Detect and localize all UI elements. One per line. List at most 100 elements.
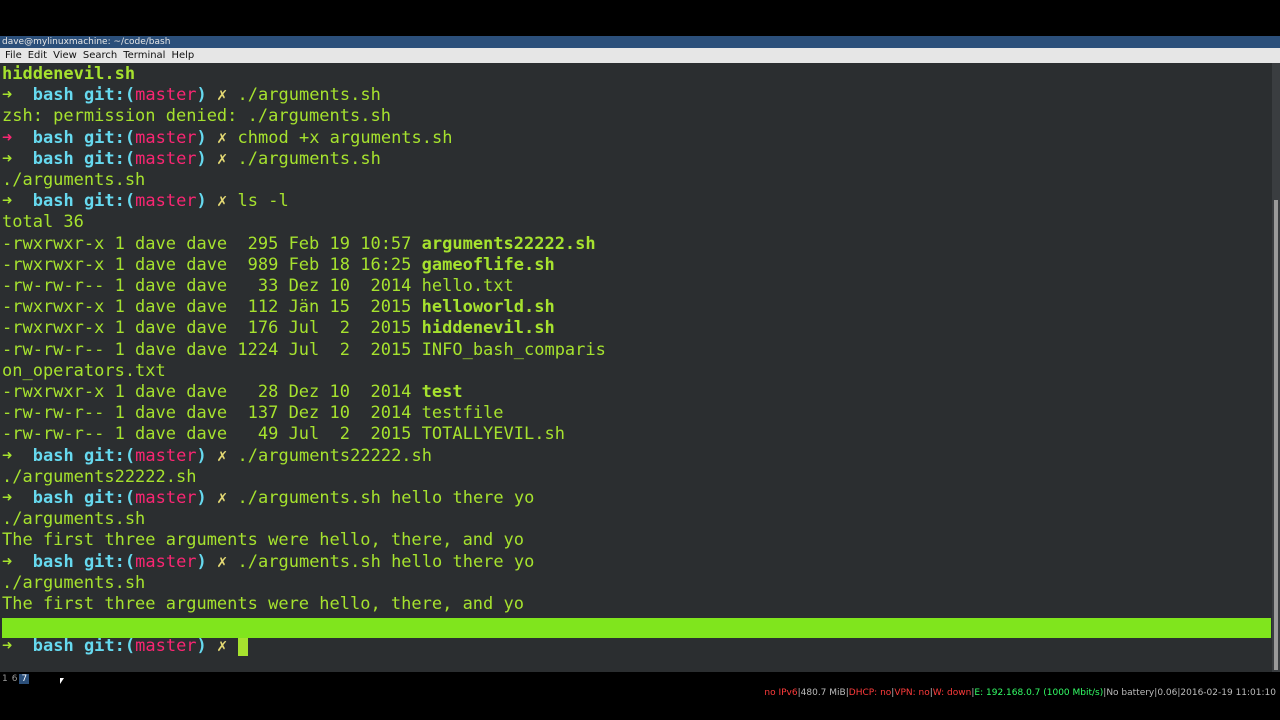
memory-status: 480.7 MiB xyxy=(800,688,846,698)
output-text: ./arguments.sh xyxy=(2,572,146,593)
prompt-branch: master xyxy=(135,127,197,148)
menu-view[interactable]: View xyxy=(53,48,77,63)
command-text: ls -l xyxy=(237,191,289,212)
ethernet-status: E: 192.168.0.7 (1000 Mbit/s) xyxy=(974,688,1104,698)
prompt-dir: bash xyxy=(32,85,74,106)
prompt-git-prefix: git:( xyxy=(83,488,136,508)
prompt-dir: bash xyxy=(32,551,74,572)
prompt-git-prefix: git:( xyxy=(83,445,136,466)
prompt-branch: master xyxy=(135,85,197,106)
prompt-dirty-icon: ✗ xyxy=(217,636,228,657)
output-line: hiddenevil.sh xyxy=(2,64,135,85)
scrollbar-thumb[interactable] xyxy=(1274,200,1278,670)
output-line: -rwxrwxr-x 1 dave dave 28 Dez 10 2014 te… xyxy=(2,382,463,403)
prompt-arrow-icon: ➜ xyxy=(2,445,13,466)
file-name: hello.txt xyxy=(421,276,514,296)
output-text: ./arguments22222.sh xyxy=(2,466,197,487)
menu-search[interactable]: Search xyxy=(83,48,117,63)
command-text: ./arguments.sh xyxy=(237,148,381,169)
file-name: INFO_bash_comparis xyxy=(421,339,606,360)
prompt-arrow-icon: ➜ xyxy=(2,488,13,508)
workspace-button[interactable]: 1 xyxy=(0,674,10,684)
prompt-git-prefix: git:( xyxy=(83,127,136,148)
prompt-git-prefix: git:( xyxy=(83,191,136,212)
selection-highlight xyxy=(2,618,1271,638)
current-prompt-line[interactable]: ➜ bash git:(master) ✗ xyxy=(2,636,248,657)
file-meta: -rwxrwxr-x 1 dave dave 28 Dez 10 2014 xyxy=(2,382,422,402)
menu-help[interactable]: Help xyxy=(171,48,194,63)
menu-bar: File Edit View Search Terminal Help xyxy=(0,48,1280,63)
output-line: -rwxrwxr-x 1 dave dave 176 Jul 2 2015 hi… xyxy=(2,318,555,339)
prompt-git-prefix: git:( xyxy=(83,636,136,657)
menu-terminal[interactable]: Terminal xyxy=(123,48,165,63)
output-line: ./arguments.sh xyxy=(2,573,145,594)
window-title: dave@mylinuxmachine: ~/code/bash xyxy=(2,37,171,47)
ipv6-status: no IPv6 xyxy=(764,688,798,698)
output-line: zsh: permission denied: ./arguments.sh xyxy=(2,106,391,127)
prompt-git-prefix: git:( xyxy=(83,85,136,106)
prompt-git-suffix: ) xyxy=(196,127,207,148)
dhcp-status: DHCP: no xyxy=(848,688,892,698)
file-name: arguments22222.sh xyxy=(421,233,596,254)
workspace-list: 167 xyxy=(0,672,30,686)
prompt-dirty-icon: ✗ xyxy=(217,191,228,212)
prompt-line: ➜ bash git:(master) ✗ ./arguments.sh xyxy=(2,149,381,170)
output-text: ./arguments.sh xyxy=(2,509,146,530)
output-text: The first three arguments were hello, th… xyxy=(2,594,524,614)
output-text: ./arguments.sh xyxy=(2,170,146,190)
load-status: 0.06 xyxy=(1157,688,1178,698)
menu-file[interactable]: File xyxy=(5,48,22,63)
terminal-output[interactable]: hiddenevil.sh ➜ bash git:(master) ✗ ./arg… xyxy=(0,63,1272,672)
workspace-button[interactable]: 7 xyxy=(19,674,30,684)
window-titlebar[interactable]: dave@mylinuxmachine: ~/code/bash xyxy=(0,36,1280,48)
command-text: chmod +x arguments.sh xyxy=(237,127,453,148)
command-text: ./arguments.sh hello there yo xyxy=(237,551,535,572)
clock: 2016-02-19 11:01:10 xyxy=(1180,688,1276,698)
prompt-dir: bash xyxy=(32,445,74,466)
command-text: ./arguments.sh xyxy=(237,85,381,106)
command-text: ./arguments22222.sh xyxy=(237,445,433,466)
prompt-line: ➜ bash git:(master) ✗ ./arguments.sh hel… xyxy=(2,488,534,509)
prompt-branch: master xyxy=(135,148,197,169)
file-meta: -rwxrwxr-x 1 dave dave 176 Jul 2 2015 xyxy=(2,318,422,339)
output-line: -rwxrwxr-x 1 dave dave 989 Feb 18 16:25 … xyxy=(2,255,555,276)
prompt-line: ➜ bash git:(master) ✗ ./arguments.sh xyxy=(2,85,381,106)
prompt-branch: master xyxy=(135,191,197,212)
prompt-dirty-icon: ✗ xyxy=(217,445,228,466)
vpn-status: VPN: no xyxy=(894,688,930,698)
output-text: The first three arguments were hello, th… xyxy=(2,530,524,551)
file-meta: -rw-rw-r-- 1 dave dave 49 Jul 2 2015 xyxy=(2,424,422,445)
menu-edit[interactable]: Edit xyxy=(28,48,47,63)
output-text: total 36 xyxy=(2,212,84,233)
output-line: -rw-rw-r-- 1 dave dave 1224 Jul 2 2015 I… xyxy=(2,340,606,361)
prompt-dirty-icon: ✗ xyxy=(217,127,228,148)
prompt-dir: bash xyxy=(32,148,74,169)
wifi-status: W: down xyxy=(932,688,972,698)
file-meta: -rw-rw-r-- 1 dave dave 137 Dez 10 2014 xyxy=(2,403,422,424)
output-line: total 36 xyxy=(2,212,84,233)
output-line: -rw-rw-r-- 1 dave dave 33 Dez 10 2014 he… xyxy=(2,276,514,297)
output-line: -rw-rw-r-- 1 dave dave 49 Jul 2 2015 TOT… xyxy=(2,424,565,445)
prompt-arrow-icon: ➜ xyxy=(2,636,13,657)
file-meta: -rwxrwxr-x 1 dave dave 989 Feb 18 16:25 xyxy=(2,254,422,275)
prompt-dirty-icon: ✗ xyxy=(217,148,228,169)
output-line: -rwxrwxr-x 1 dave dave 295 Feb 19 10:57 … xyxy=(2,234,596,255)
prompt-arrow-icon: ➜ xyxy=(2,551,13,572)
prompt-git-prefix: git:( xyxy=(83,148,136,169)
prompt-git-suffix: ) xyxy=(196,636,207,657)
battery-status: No battery xyxy=(1106,688,1155,698)
output-line: ./arguments.sh xyxy=(2,509,145,530)
file-name: TOTALLYEVIL.sh xyxy=(421,424,565,445)
status-info: no IPv6|480.7 MiB|DHCP: no|VPN: no|W: do… xyxy=(764,688,1276,698)
prompt-arrow-icon: ➜ xyxy=(2,127,13,148)
file-name: test xyxy=(421,382,463,402)
file-meta: -rwxrwxr-x 1 dave dave 112 Jän 15 2015 xyxy=(2,297,422,318)
prompt-dir: bash xyxy=(32,191,74,212)
prompt-git-suffix: ) xyxy=(196,488,207,508)
mouse-pointer-icon xyxy=(60,678,64,684)
workspace-button[interactable]: 6 xyxy=(10,674,20,684)
file-name: gameoflife.sh xyxy=(421,254,555,275)
output-line: ./arguments.sh xyxy=(2,170,145,191)
file-name: hiddenevil.sh xyxy=(421,318,555,339)
file-meta: -rwxrwxr-x 1 dave dave 295 Feb 19 10:57 xyxy=(2,233,422,254)
